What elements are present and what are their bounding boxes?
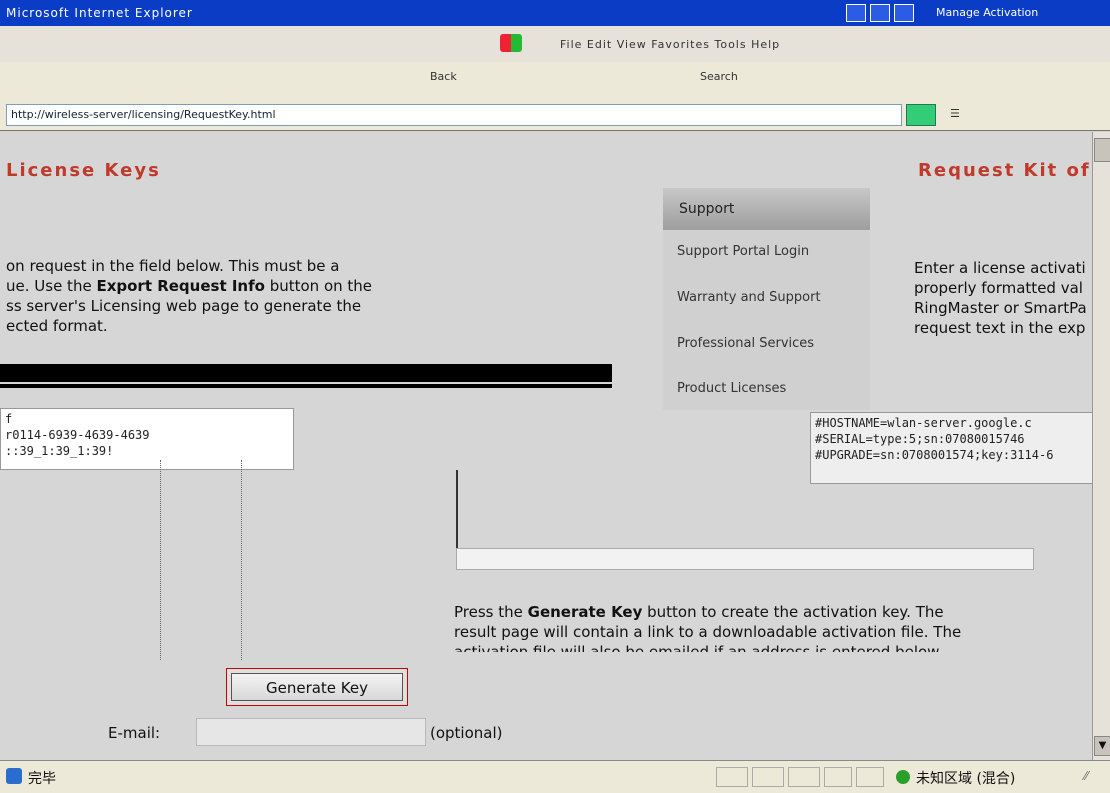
email-label: E-mail: — [108, 724, 161, 742]
email-field[interactable] — [196, 718, 426, 746]
security-zone-text: 未知区域 (混合) — [916, 771, 1016, 787]
menu-item-support-portal-login[interactable]: Support Portal Login — [677, 244, 809, 259]
taskbar-window-title[interactable]: Manage Activation — [936, 6, 1038, 19]
menu-item-warranty-and-support[interactable]: Warranty and Support — [677, 290, 821, 305]
horizontal-scrollbar[interactable] — [456, 548, 1034, 570]
left-line-2: ue. Use the Export Request Info button o… — [6, 277, 373, 295]
left-line-3: ss server's Licensing web page to genera… — [6, 297, 362, 315]
generate-instructions: Press the Generate Key button to create … — [454, 603, 962, 652]
menu-items[interactable]: File Edit View Favorites Tools Help — [560, 38, 780, 51]
text-cursor-area[interactable] — [456, 470, 1058, 548]
vertical-scrollbar[interactable]: ▼ — [1092, 132, 1110, 760]
textarea-scrollbar[interactable] — [160, 460, 242, 660]
ie-page-icon — [6, 768, 22, 784]
divider-bar — [0, 364, 612, 382]
status-cell — [752, 767, 784, 787]
left-instructions: on request in the field below. This must… — [6, 256, 372, 336]
support-menu: Support Support Portal Login Warranty an… — [663, 188, 870, 410]
menu-bar: File Edit View Favorites Tools Help — [0, 26, 1110, 63]
address-bar: http://wireless-server/licensing/Request… — [0, 100, 1110, 131]
back-button[interactable]: Back — [430, 70, 457, 83]
links-label[interactable]: ☰ — [950, 107, 960, 120]
support-menu-header[interactable]: Support — [663, 188, 870, 230]
window-controls — [846, 4, 914, 22]
left-line-1: on request in the field below. This must… — [6, 257, 340, 275]
maximize-button[interactable] — [870, 4, 890, 22]
status-cell — [824, 767, 852, 787]
right-instructions: Enter a license activati properly format… — [914, 259, 1087, 337]
security-zone-icon — [896, 770, 910, 784]
search-button[interactable]: Search — [700, 70, 738, 83]
address-input[interactable]: http://wireless-server/licensing/Request… — [6, 104, 902, 126]
status-cell — [856, 767, 884, 787]
left-line-4: ected format. — [6, 317, 108, 335]
divider-bar — [0, 384, 612, 388]
menu-item-professional-services[interactable]: Professional Services — [677, 336, 814, 351]
request-textarea-left[interactable]: f r0114-6939-4639-4639 ::39_1:39_1:39! — [0, 408, 294, 470]
minimize-button[interactable] — [846, 4, 866, 22]
browser-toolbar: Back Search — [0, 62, 1110, 101]
optional-label: (optional) — [430, 724, 503, 742]
status-cell — [788, 767, 820, 787]
window-title: Microsoft Internet Explorer — [6, 6, 193, 20]
menu-item-product-licenses[interactable]: Product Licenses — [677, 381, 786, 396]
scroll-thumb[interactable] — [1094, 138, 1110, 162]
resize-grip-icon[interactable]: ⁄⁄ — [1084, 769, 1088, 783]
window-titlebar: Microsoft Internet Explorer Manage Activ… — [0, 0, 1110, 26]
status-bar: 完毕 未知区域 (混合) ⁄⁄ — [0, 760, 1110, 793]
status-text: 完毕 — [28, 771, 56, 787]
close-button[interactable] — [894, 4, 914, 22]
windows-logo-icon — [500, 34, 522, 52]
page-title-left: License Keys — [6, 160, 161, 181]
generate-key-button[interactable]: Generate Key — [231, 673, 403, 701]
generate-key-button-frame: Generate Key — [226, 668, 408, 706]
status-cell — [716, 767, 748, 787]
scroll-down-icon[interactable]: ▼ — [1094, 736, 1110, 756]
go-button[interactable] — [906, 104, 936, 126]
page-title-right: Request Kit of — [918, 160, 1091, 181]
